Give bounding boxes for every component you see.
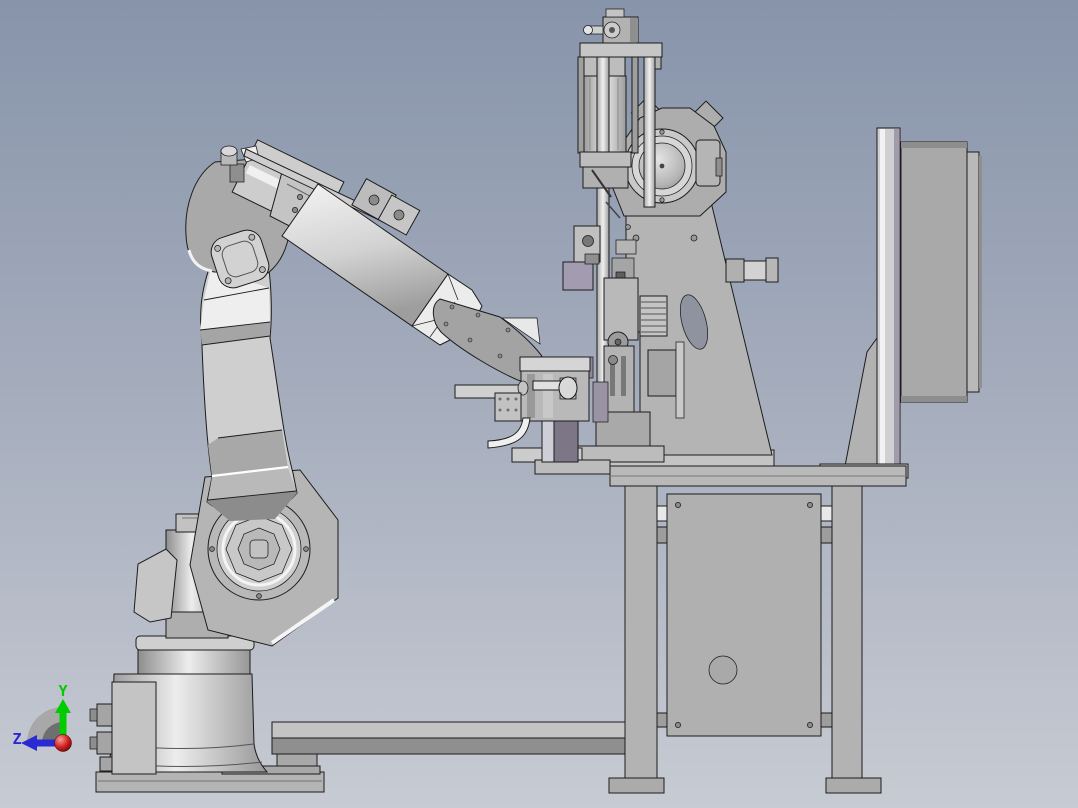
gripper-bracket <box>494 392 522 422</box>
panel-cover <box>966 151 980 393</box>
origin-sphere[interactable] <box>54 734 72 752</box>
z-axis-label: Z <box>12 730 21 748</box>
fixture-pedestal <box>553 415 579 463</box>
robot-base-plate <box>95 771 325 793</box>
y-axis-label: Y <box>58 682 67 700</box>
gripper-shaft <box>532 380 564 391</box>
table-leg-left <box>624 485 658 779</box>
floor-rail-top <box>271 721 629 739</box>
side-cylinder <box>725 257 779 283</box>
gripper-cylinder <box>558 376 578 400</box>
cylinder-flange <box>579 42 663 58</box>
panel-hole <box>708 655 738 685</box>
table-foot-right <box>825 777 882 794</box>
guide-rod <box>643 56 656 208</box>
table-back-panel <box>666 493 822 737</box>
control-panel[interactable] <box>900 141 968 403</box>
table-leg-right <box>831 485 863 779</box>
table-foot-left <box>608 777 665 794</box>
cad-viewport[interactable]: Y Z <box>0 0 1078 808</box>
floor-rail-bottom <box>271 737 629 755</box>
